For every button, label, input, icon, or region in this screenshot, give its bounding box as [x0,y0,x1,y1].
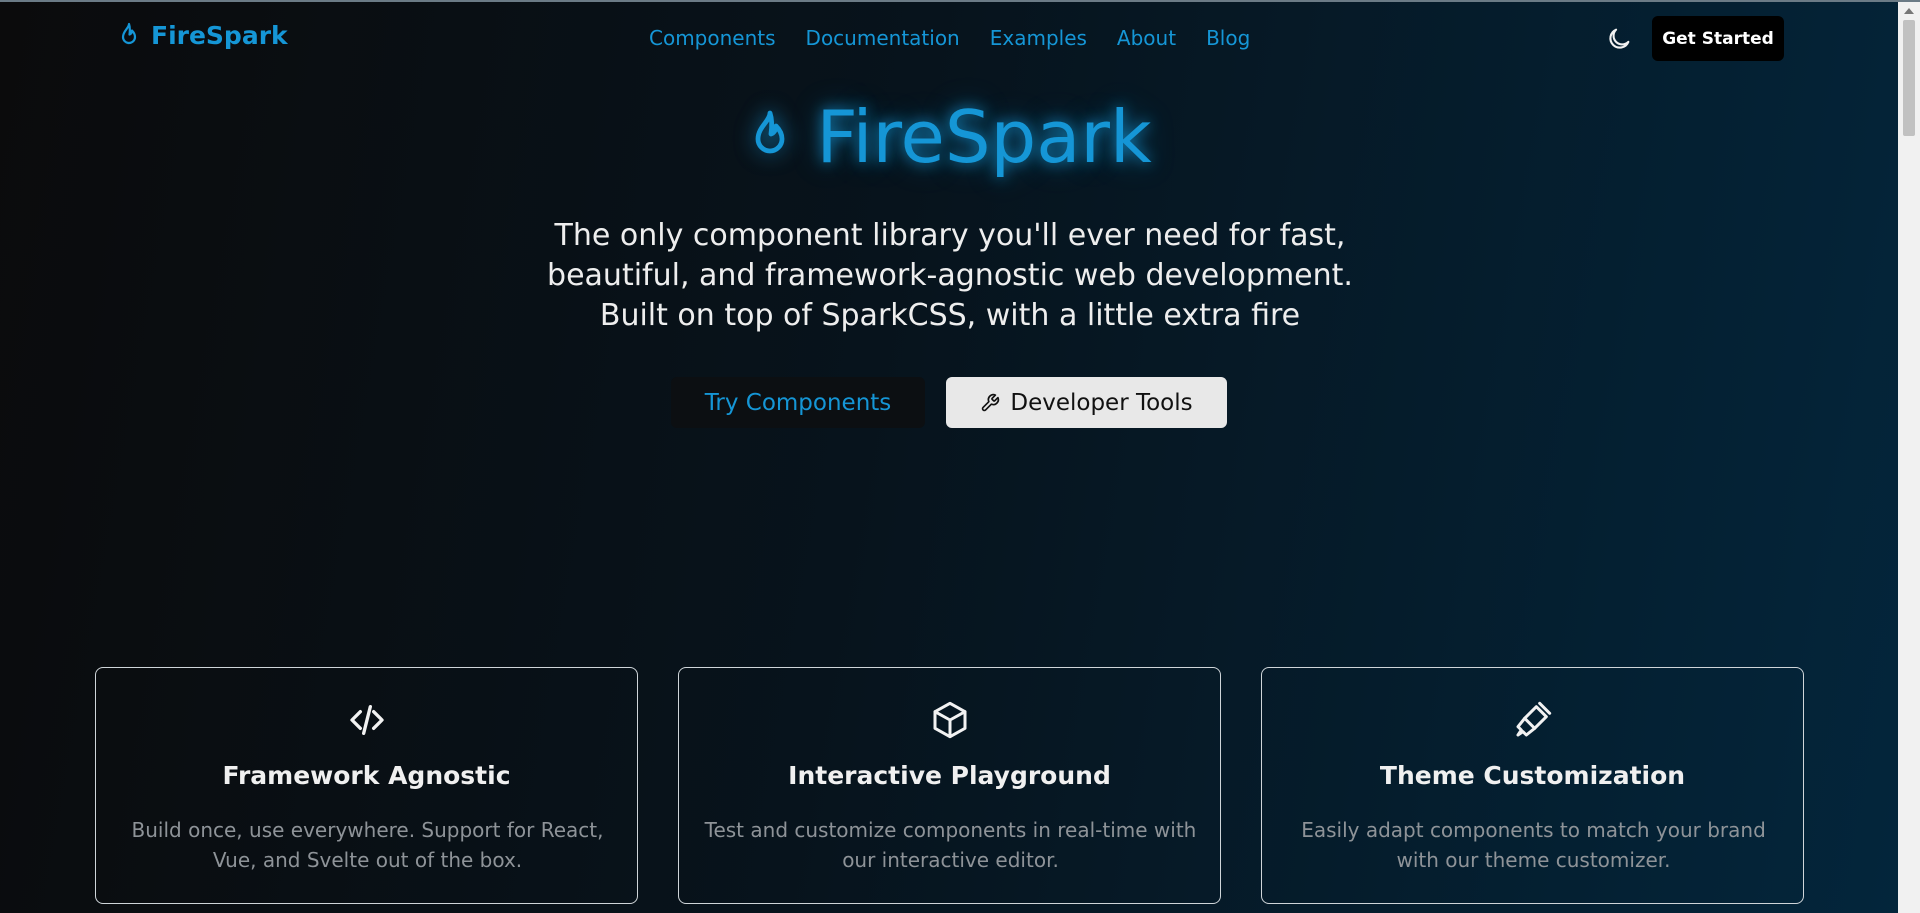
brand-name: FireSpark [151,21,288,50]
wrench-icon [982,393,1000,411]
nav-link-about[interactable]: About [1117,26,1176,50]
main-nav: Components Documentation Examples About … [649,26,1250,50]
feature-title: Interactive Playground [788,761,1111,790]
nav-link-documentation[interactable]: Documentation [806,26,960,50]
scroll-up-arrow-icon[interactable] [1904,8,1914,14]
vertical-scrollbar[interactable] [1898,2,1920,913]
feature-card-theme-customization: Theme Customization Easily adapt compone… [1261,667,1804,904]
nav-link-components[interactable]: Components [649,26,776,50]
feature-description: Easily adapt components to match your br… [1301,818,1766,872]
flame-icon [121,22,137,44]
feature-title: Framework Agnostic [222,761,511,790]
paintbrush-icon [1516,701,1551,737]
feature-description: Build once, use everywhere. Support for … [131,818,604,872]
developer-tools-button[interactable]: Developer Tools [946,377,1227,428]
feature-description: Test and customize components in real-ti… [704,818,1197,872]
cube-icon [933,701,966,739]
moon-icon[interactable] [1605,25,1633,53]
brand-logo[interactable]: FireSpark [117,21,288,50]
nav-link-blog[interactable]: Blog [1206,26,1250,50]
feature-card-interactive-playground: Interactive Playground Test and customiz… [678,667,1221,904]
get-started-button[interactable]: Get Started [1652,16,1784,61]
code-icon [349,705,384,735]
hero-title: FireSpark [0,95,1898,179]
site-header: FireSpark Components Documentation Examp… [0,2,1898,74]
nav-link-examples[interactable]: Examples [990,26,1087,50]
developer-tools-label: Developer Tools [1010,389,1193,416]
hero-description: The only component library you'll ever n… [547,218,1353,333]
scrollbar-thumb[interactable] [1903,20,1915,136]
feature-title: Theme Customization [1379,761,1686,790]
flame-icon [755,110,785,154]
feature-card-framework-agnostic: Framework Agnostic Build once, use every… [95,667,638,904]
hero-title-text: FireSpark [816,95,1152,179]
try-components-button[interactable]: Try Components [671,377,925,428]
